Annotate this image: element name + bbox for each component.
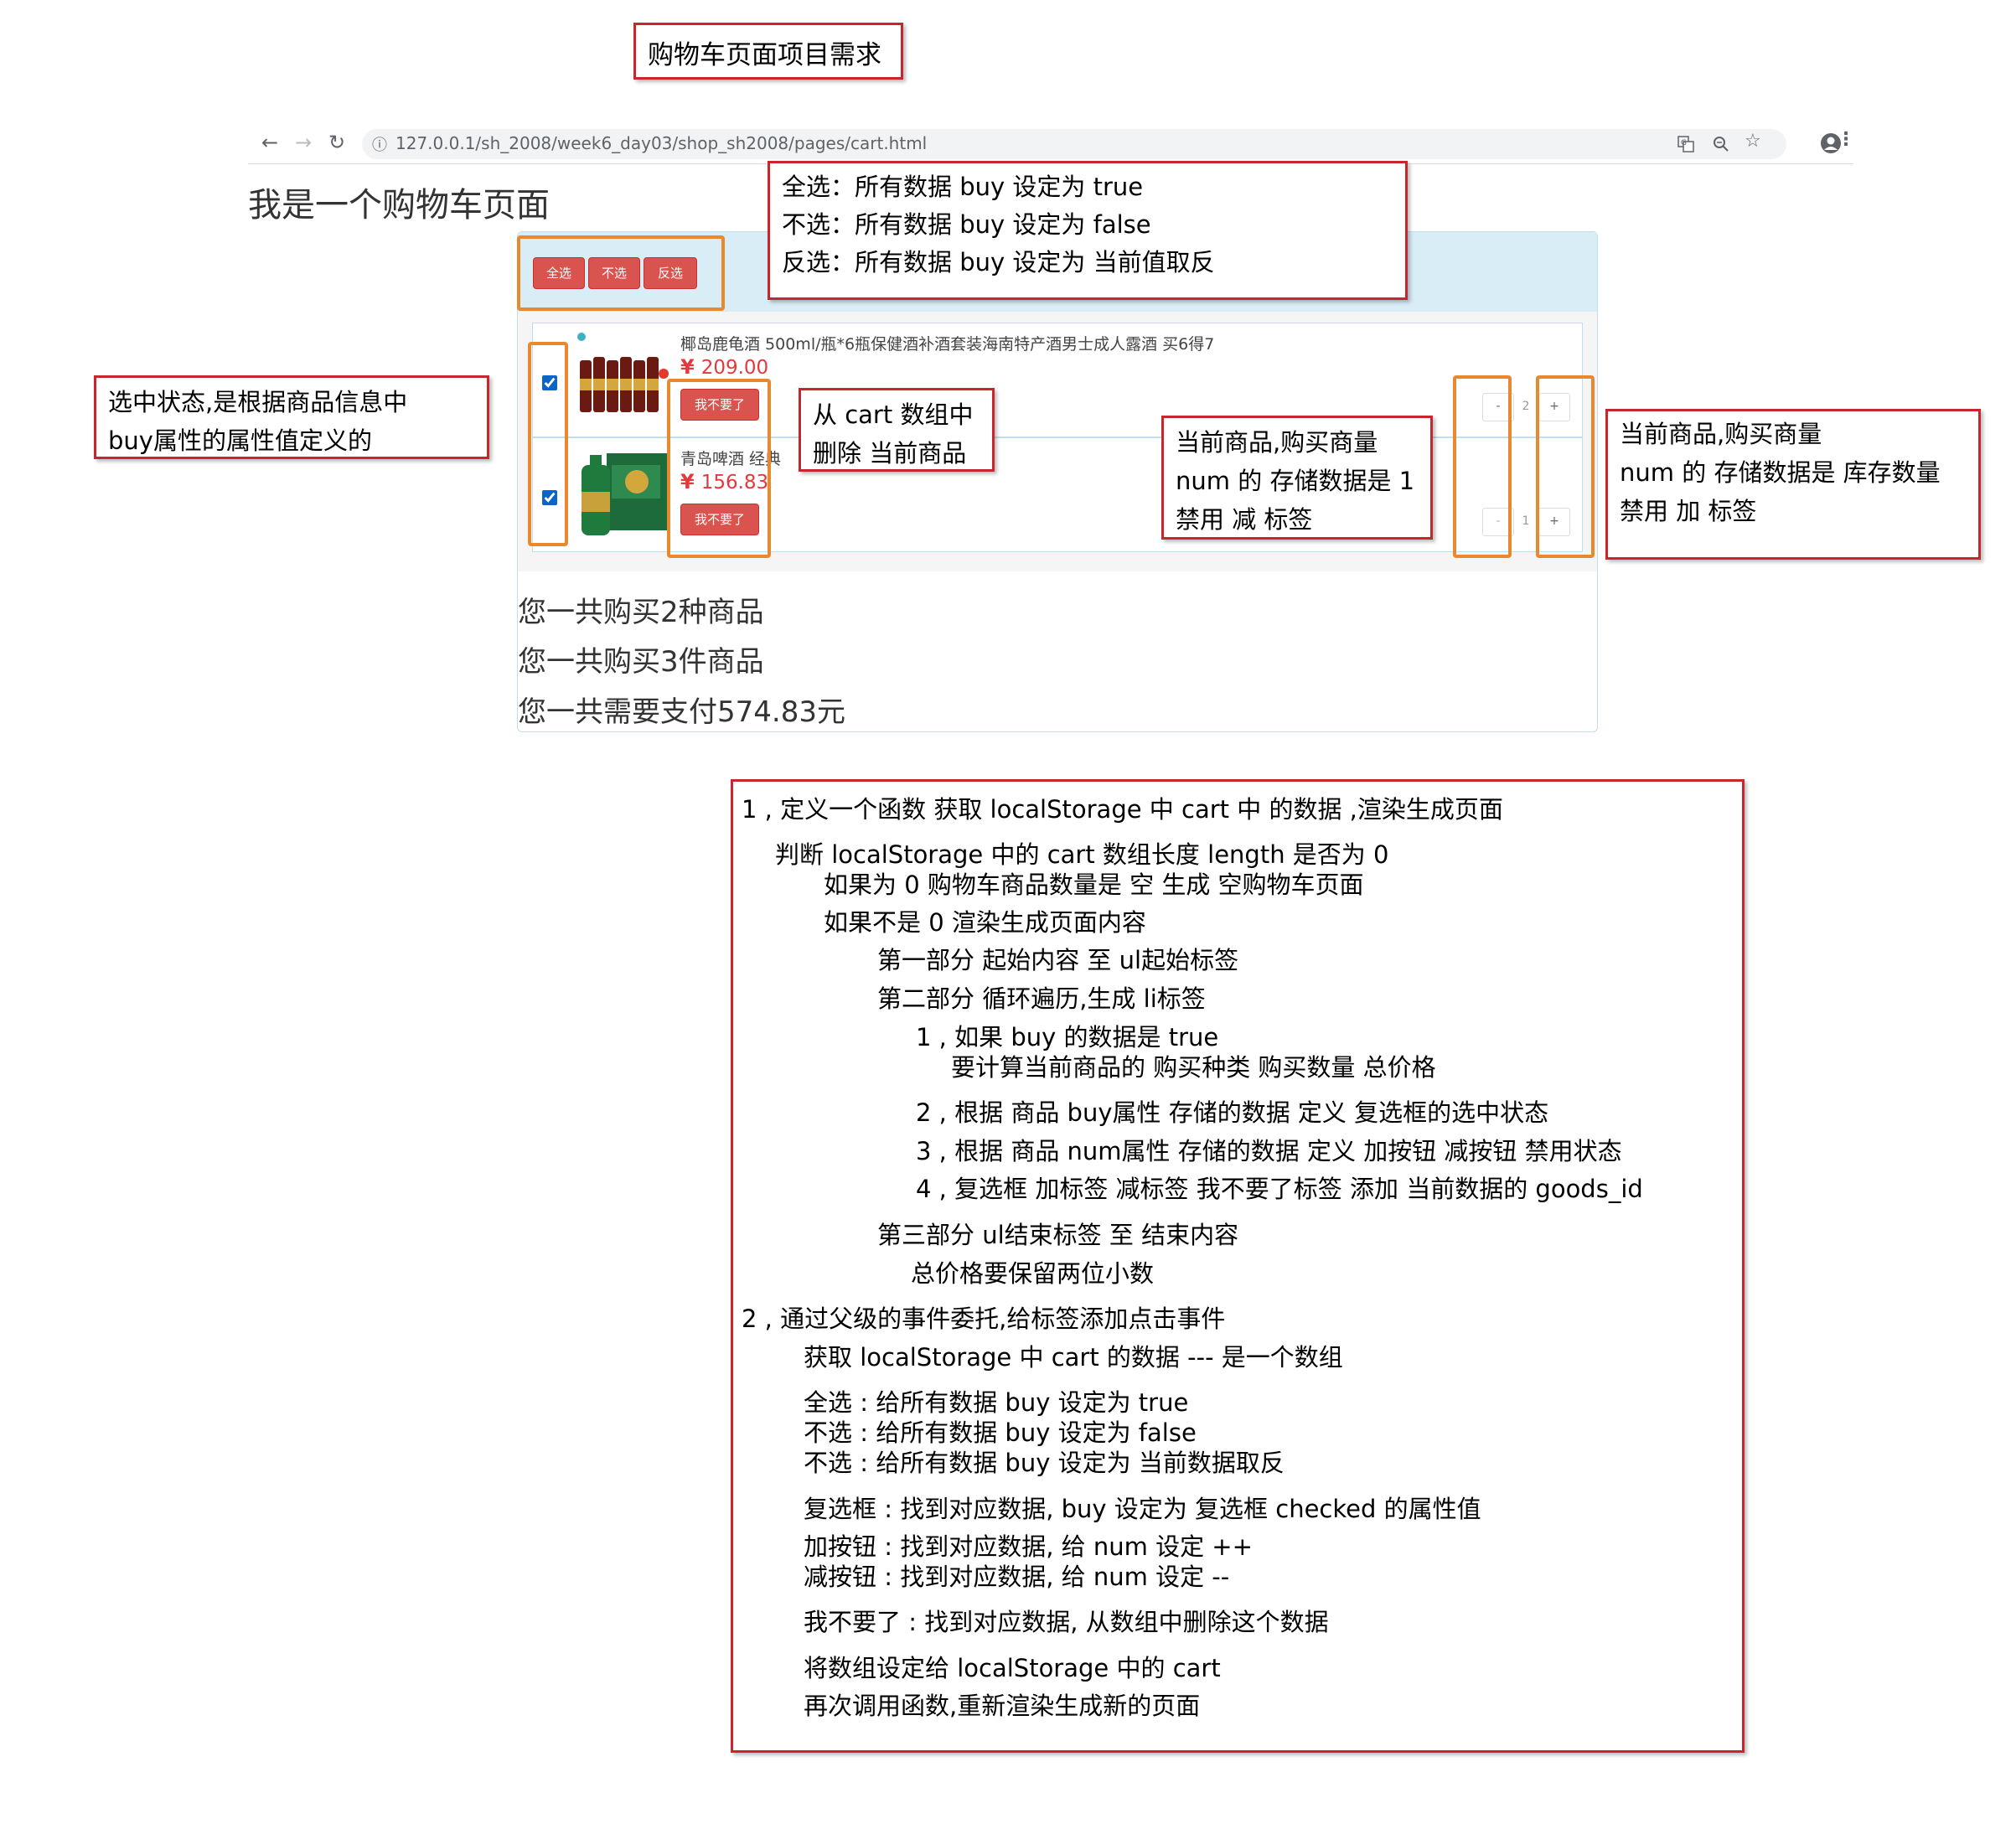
req-line: 第三部分 ul结束标签 至 结束内容 (877, 1221, 1239, 1249)
annotation-checkbox: 选中状态,是根据商品信息中 buy属性的属性值定义的 (94, 375, 489, 459)
currency-symbol: ¥ (680, 355, 695, 379)
annotation-remove: 从 cart 数组中 删除 当前商品 (799, 388, 995, 472)
address-bar[interactable]: ⓘ 127.0.0.1/sh_2008/week6_day03/shop_sh2… (362, 129, 1786, 159)
annotation-line: buy属性的属性值定义的 (108, 426, 372, 455)
highlight-checkboxes (528, 342, 568, 546)
reload-icon[interactable]: ↻ (328, 131, 345, 154)
price-value: 209.00 (700, 357, 769, 379)
summary-total: 您一共需要支付574.83元 (518, 695, 845, 729)
req-line: 减按钮 : 找到对应数据, 给 num 设定 -- (804, 1563, 1230, 1591)
zoom-icon[interactable] (1713, 136, 1729, 152)
product-image (576, 332, 670, 424)
info-icon[interactable]: ⓘ (372, 133, 387, 155)
annotation-line: 当前商品,购买商量 (1620, 420, 1822, 448)
highlight-plus-buttons (1536, 375, 1595, 558)
annotation-line: 禁用 加 标签 (1620, 497, 1757, 525)
page-title: 我是一个购物车页面 (248, 186, 550, 225)
requirements-title: 购物车页面项目需求 (648, 40, 881, 70)
req-line: 第一部分 起始内容 至 ul起始标签 (877, 946, 1239, 974)
highlight-remove-buttons (667, 379, 771, 558)
annotation-line: 选中状态,是根据商品信息中 (108, 388, 408, 416)
star-icon[interactable]: ☆ (1745, 131, 1761, 152)
back-icon[interactable]: ← (261, 131, 278, 154)
svg-text:G: G (1681, 139, 1687, 147)
req-line: 我不要了 : 找到对应数据, 从数组中删除这个数据 (804, 1608, 1329, 1636)
highlight-select-buttons (517, 235, 725, 311)
url-text: 127.0.0.1/sh_2008/week6_day03/shop_sh200… (395, 133, 928, 153)
annotation-line: 反选：所有数据 buy 设定为 当前值取反 (782, 248, 1215, 276)
translate-icon[interactable]: G (1677, 136, 1694, 152)
annotation-line: 不选：所有数据 buy 设定为 false (782, 210, 1151, 239)
req-line: 复选框 : 找到对应数据, buy 设定为 复选框 checked 的属性值 (804, 1495, 1481, 1523)
menu-icon[interactable]: ⋮ (1837, 129, 1855, 150)
req-line: 2 , 通过父级的事件委托,给标签添加点击事件 (742, 1305, 1226, 1333)
requirements-title-box: 购物车页面项目需求 (633, 23, 903, 80)
req-line: 获取 localStorage 中 cart 的数据 --- 是一个数组 (804, 1343, 1343, 1372)
summary-kinds: 您一共购买2种商品 (518, 596, 764, 629)
product-price: ¥209.00 (680, 355, 768, 379)
highlight-minus-buttons (1453, 375, 1512, 558)
annotation-line: num 的 存储数据是 库存数量 (1620, 458, 1941, 487)
req-line: 要计算当前商品的 购买种类 购买数量 总价格 (951, 1053, 1436, 1082)
req-line: 第二部分 循环遍历,生成 li标签 (877, 984, 1206, 1013)
forward-icon[interactable]: → (295, 131, 312, 154)
annotation-plus: 当前商品,购买商量 num 的 存储数据是 库存数量 禁用 加 标签 (1605, 409, 1981, 560)
product-name: 椰岛鹿龟酒 500ml/瓶*6瓶保健酒补酒套装海南特产酒男士成人露酒 买6得7 (680, 335, 1215, 354)
browser-toolbar: ← → ↻ ⓘ 127.0.0.1/sh_2008/week6_day03/sh… (248, 126, 1855, 164)
annotation-line: num 的 存储数据是 1 (1176, 467, 1415, 495)
req-line: 1 , 定义一个函数 获取 localStorage 中 cart 中 的数据 … (742, 795, 1503, 824)
requirements-box: 1 , 定义一个函数 获取 localStorage 中 cart 中 的数据 … (731, 779, 1745, 1753)
annotation-line: 当前商品,购买商量 (1176, 428, 1378, 457)
req-line: 2 , 根据 商品 buy属性 存储的数据 定义 复选框的选中状态 (916, 1098, 1549, 1127)
req-line: 再次调用函数,重新渲染生成新的页面 (804, 1692, 1201, 1720)
annotation-minus: 当前商品,购买商量 num 的 存储数据是 1 禁用 减 标签 (1161, 416, 1433, 540)
req-line: 不选 : 给所有数据 buy 设定为 当前数据取反 (804, 1449, 1285, 1477)
summary-count: 您一共购买3件商品 (518, 645, 764, 679)
annotation-select-buttons: 全选：所有数据 buy 设定为 true 不选：所有数据 buy 设定为 fal… (768, 161, 1408, 300)
annotation-line: 从 cart 数组中 (813, 400, 974, 429)
req-line: 总价格要保留两位小数 (911, 1259, 1155, 1288)
req-line: 如果为 0 购物车商品数量是 空 生成 空购物车页面 (824, 871, 1364, 899)
annotation-line: 全选：所有数据 buy 设定为 true (782, 173, 1144, 201)
product-image (576, 448, 670, 540)
quantity-value: 2 (1522, 400, 1530, 413)
req-line: 4 , 复选框 加标签 减标签 我不要了标签 添加 当前数据的 goods_id (916, 1175, 1643, 1203)
annotation-line: 禁用 减 标签 (1176, 505, 1313, 534)
quantity-value: 1 (1522, 514, 1530, 528)
req-line: 如果不是 0 渲染生成页面内容 (824, 908, 1146, 937)
req-line: 3 , 根据 商品 num属性 存储的数据 定义 加按钮 减按钮 禁用状态 (916, 1137, 1622, 1165)
req-line: 将数组设定给 localStorage 中的 cart (804, 1654, 1221, 1682)
annotation-line: 删除 当前商品 (813, 439, 967, 468)
